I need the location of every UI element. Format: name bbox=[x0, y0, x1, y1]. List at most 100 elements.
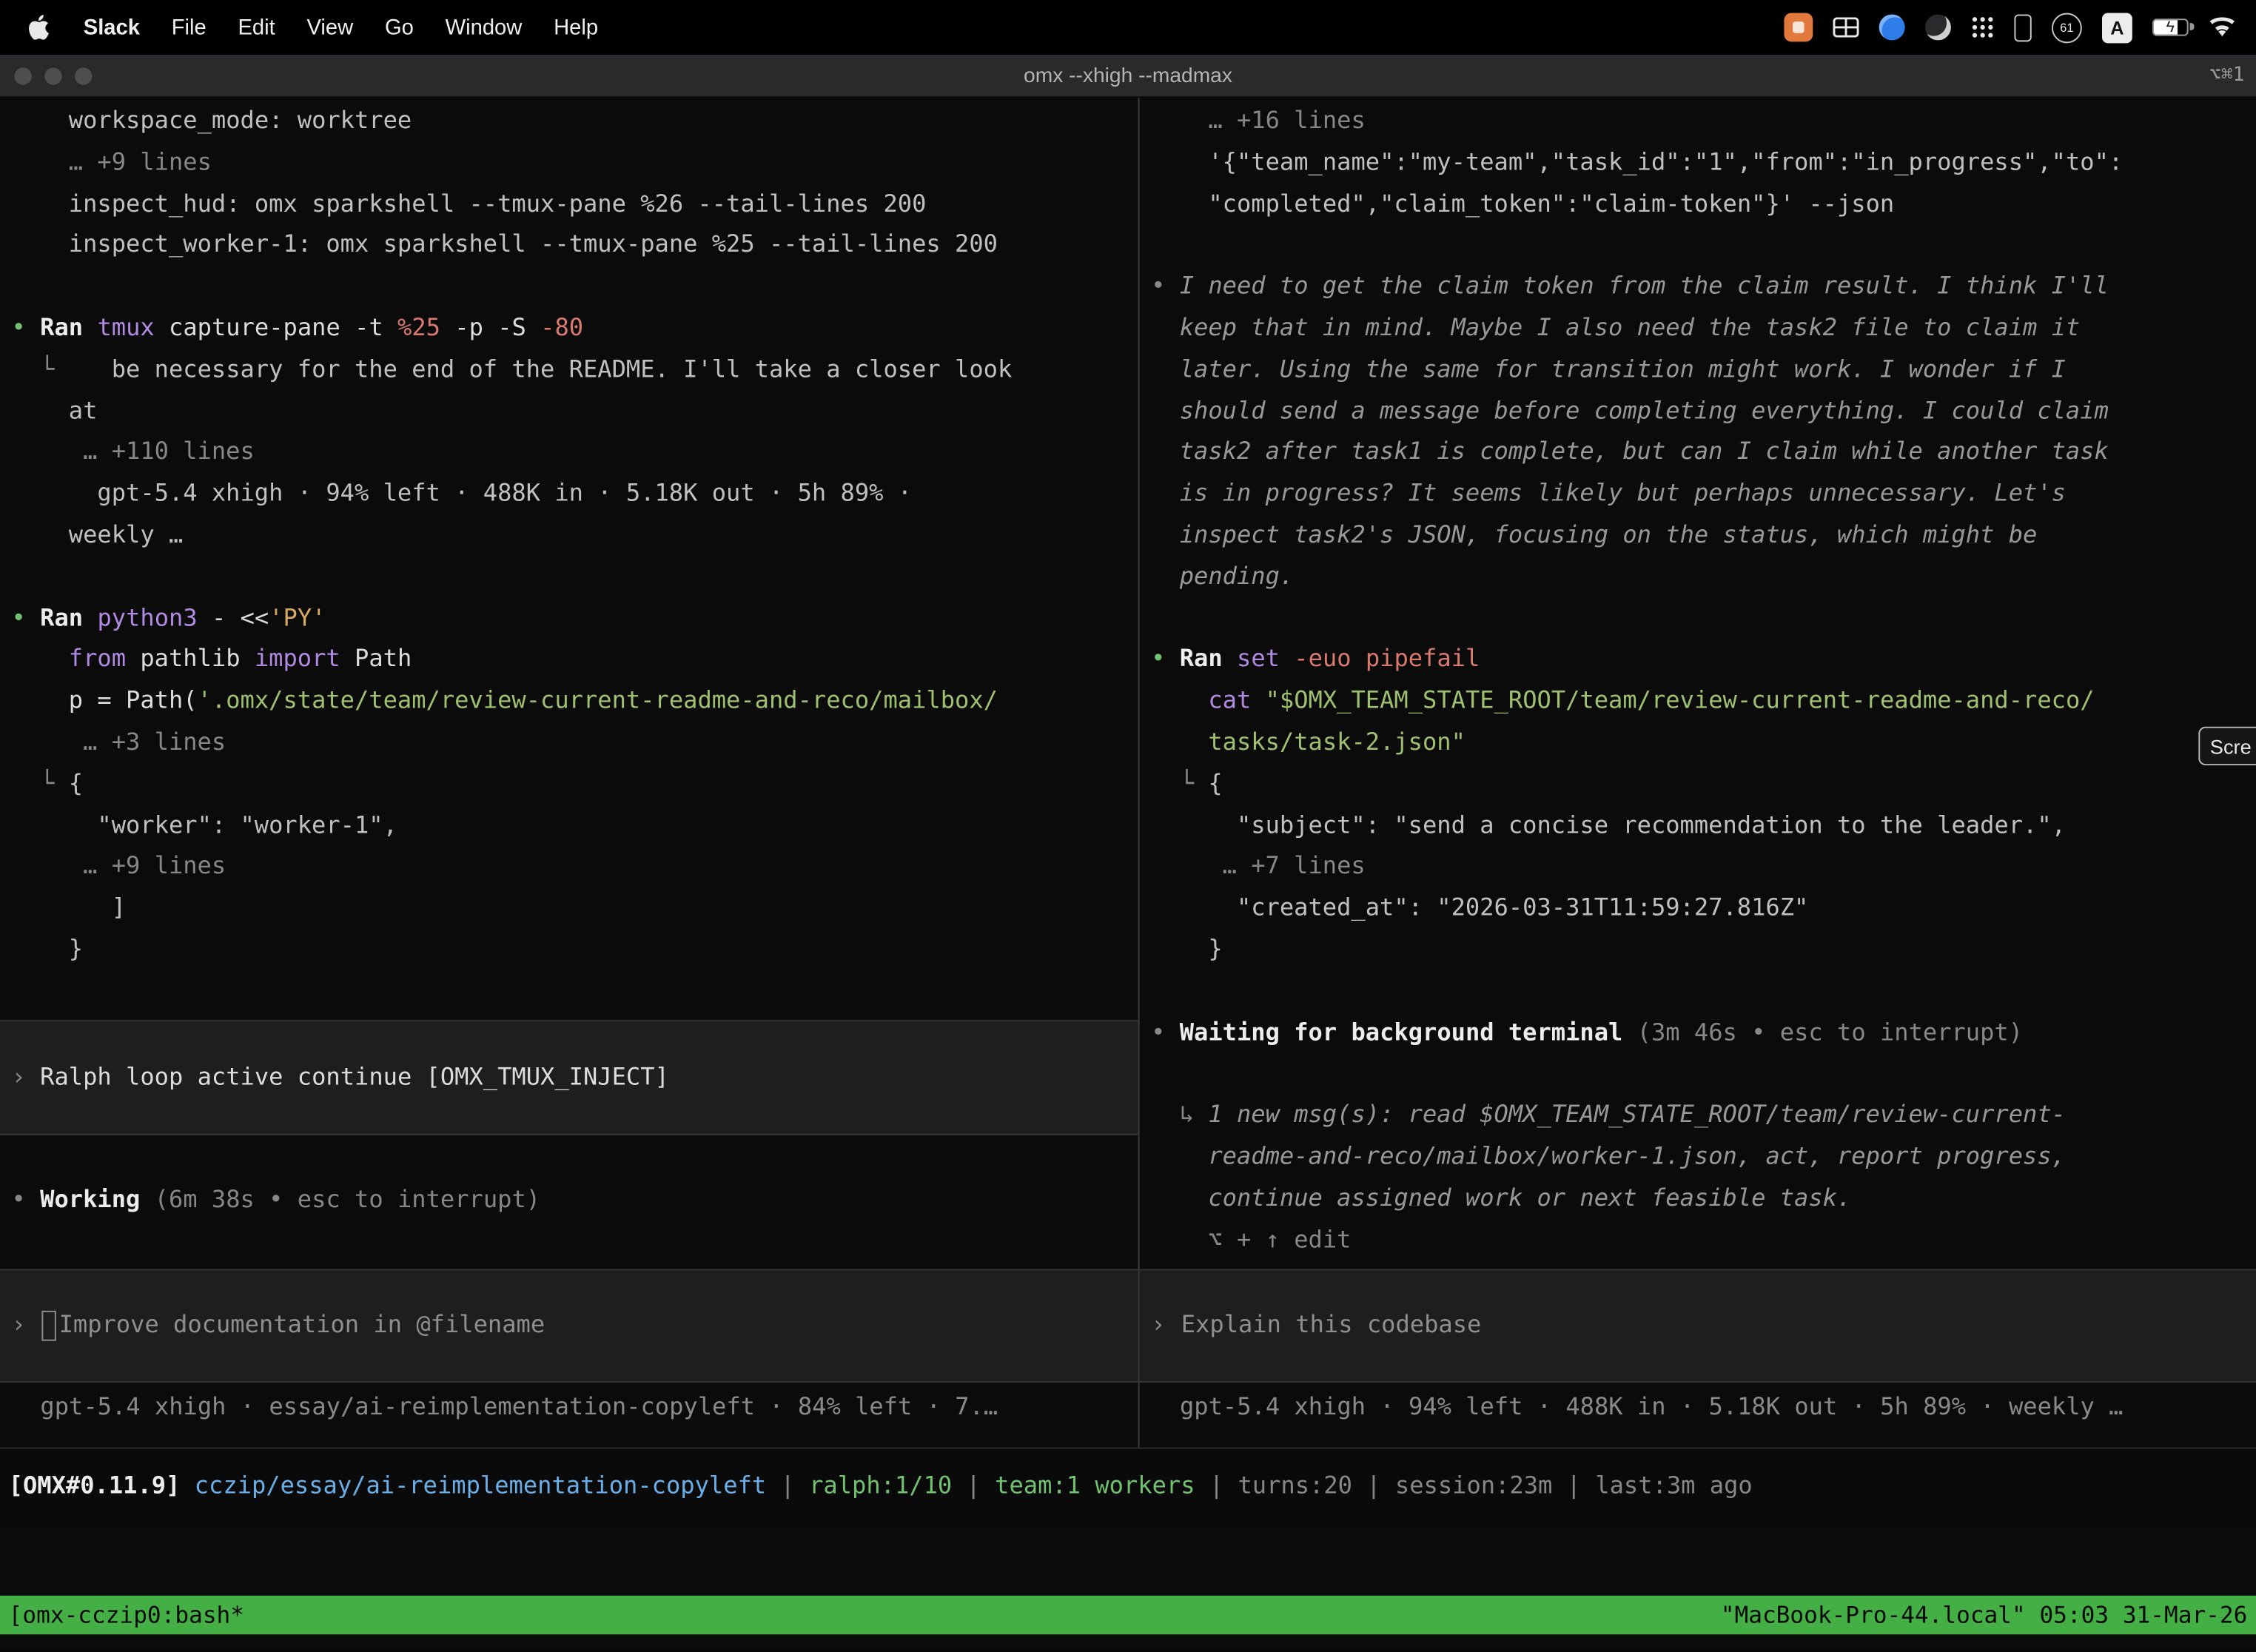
text-segment: python3 bbox=[97, 604, 197, 631]
text-segment: inspect task2's JSON, focusing on the st… bbox=[1180, 521, 2038, 548]
text-segment: -euo pipefail bbox=[1280, 645, 1480, 673]
text-segment: '.omx/state/team/review-current-readme-a… bbox=[198, 687, 998, 714]
working-status: • Working (6m 38s • esc to interrupt) bbox=[12, 1180, 541, 1221]
right-pane[interactable]: … +16 lines'{"team_name":"my-team","task… bbox=[1140, 98, 2256, 1447]
prompt-icon: › bbox=[12, 1305, 26, 1346]
text-segment: at bbox=[69, 397, 98, 424]
dots-grid-icon[interactable] bbox=[1971, 16, 1994, 38]
dark-app-icon[interactable] bbox=[1925, 14, 1951, 40]
text-segment: - << bbox=[198, 604, 269, 631]
text-segment: • bbox=[1151, 272, 1180, 300]
keyboard-input-icon[interactable]: A bbox=[2102, 13, 2132, 43]
traffic-lights bbox=[14, 67, 92, 84]
terminal-line: └ { bbox=[12, 764, 1135, 805]
window-grid-icon[interactable] bbox=[1833, 17, 1859, 37]
text-segment: p = Path( bbox=[69, 687, 198, 714]
left-model-status: gpt-5.4 xhigh · essay/ai-reimplementatio… bbox=[40, 1387, 1135, 1428]
text-segment: -t bbox=[355, 314, 383, 341]
text-segment: Ralph loop active continue [OMX_TMUX_INJ… bbox=[40, 1063, 669, 1090]
menu-app-name[interactable]: Slack bbox=[67, 15, 155, 39]
text-segment: pathlib bbox=[126, 645, 255, 673]
zoom-button[interactable] bbox=[75, 67, 92, 84]
terminal-line: ↳ 1 new msg(s): read $OMX_TEAM_STATE_ROO… bbox=[1151, 1095, 2253, 1137]
terminal-line: … +16 lines bbox=[1151, 101, 2253, 142]
apple-menu[interactable] bbox=[20, 14, 67, 40]
minimize-button[interactable] bbox=[44, 67, 61, 84]
battery-gauge-icon[interactable]: 61 bbox=[2052, 13, 2082, 43]
terminal-line: cat "$OMX_TEAM_STATE_ROOT/team/review-cu… bbox=[1151, 681, 2253, 722]
terminal-line: • I need to get the claim token from the… bbox=[1151, 266, 2253, 308]
text-segment: session:23m bbox=[1395, 1472, 1552, 1500]
terminal-line: at bbox=[12, 391, 1135, 432]
text-segment: … +9 lines bbox=[83, 852, 226, 879]
text-segment: is in progress? It seems likely but perh… bbox=[1180, 480, 2066, 507]
menu-file[interactable]: File bbox=[155, 15, 222, 39]
left-pane[interactable]: workspace_mode: worktree… +9 linesinspec… bbox=[0, 98, 1138, 1447]
terminal-line: └ { bbox=[1151, 764, 2253, 805]
terminal-line: keep that in mind. Maybe I also need the… bbox=[1151, 308, 2253, 349]
tmux-session-label: [omx-cczip0:bash* bbox=[9, 1602, 244, 1629]
terminal-line: • Ran set -euo pipefail bbox=[1151, 639, 2253, 681]
battery-icon[interactable] bbox=[2152, 19, 2189, 36]
terminal-line: … +9 lines bbox=[12, 142, 1135, 184]
menu-bar-left: Slack File Edit View Go Window Help bbox=[20, 14, 614, 40]
terminal-line: '{"team_name":"my-team","task_id":"1","f… bbox=[1151, 142, 2253, 184]
text-segment: team:1 workers bbox=[995, 1472, 1195, 1500]
terminal-line: later. Using the same for transition mig… bbox=[1151, 349, 2253, 391]
menu-view[interactable]: View bbox=[291, 15, 369, 39]
window-titlebar[interactable]: omx --xhigh --madmax ⌥⌘1 bbox=[0, 55, 2256, 98]
menu-edit[interactable]: Edit bbox=[222, 15, 291, 39]
text-segment: weekly … bbox=[69, 521, 184, 548]
menu-help[interactable]: Help bbox=[538, 15, 614, 39]
text-segment: continue assigned work or next feasible … bbox=[1208, 1183, 1851, 1211]
text-segment: task2 after task1 is complete, but can I… bbox=[1180, 438, 2109, 466]
text-segment: inspect_hud: omx sparkshell --tmux-pane … bbox=[69, 189, 927, 217]
terminal-line: tasks/task-2.json" bbox=[1151, 722, 2253, 764]
menu-window[interactable]: Window bbox=[429, 15, 537, 39]
menu-go[interactable]: Go bbox=[369, 15, 430, 39]
terminal-line: … +9 lines bbox=[12, 847, 1135, 888]
text-segment: gpt-5.4 xhigh · 94% left · 488K in · 5.1… bbox=[97, 480, 912, 507]
text-segment: • bbox=[12, 314, 41, 341]
terminal-line: } bbox=[1151, 930, 2253, 971]
terminal-line bbox=[1151, 598, 2253, 639]
text-segment: ] bbox=[112, 893, 126, 921]
text-segment: • bbox=[12, 1186, 41, 1213]
left-input-box[interactable]: › Improve documentation in @filename bbox=[0, 1269, 1138, 1383]
wifi-icon[interactable] bbox=[2209, 17, 2236, 37]
blue-app-icon[interactable] bbox=[1879, 14, 1905, 40]
text-segment: cczip/essay/ai-reimplementation-copyleft bbox=[180, 1472, 766, 1500]
text-segment: | bbox=[1552, 1472, 1595, 1500]
text-segment: | bbox=[766, 1472, 809, 1500]
close-button[interactable] bbox=[14, 67, 31, 84]
text-segment: ralph:1/10 bbox=[809, 1472, 952, 1500]
right-input-box[interactable]: › Explain this codebase bbox=[1140, 1269, 2256, 1383]
text-segment: (3m 46s • esc to interrupt) bbox=[1622, 1018, 2023, 1045]
terminal-line: inspect task2's JSON, focusing on the st… bbox=[1151, 515, 2253, 557]
gauge-value: 61 bbox=[2060, 20, 2073, 34]
terminal-line: pending. bbox=[1151, 557, 2253, 598]
input-placeholder: Explain this codebase bbox=[1181, 1305, 1482, 1346]
apple-logo-icon bbox=[29, 14, 50, 40]
screen-recording-indicator[interactable] bbox=[1784, 13, 1813, 41]
screen: Slack File Edit View Go Window Help 61 A bbox=[0, 0, 2256, 1652]
text-segment: { bbox=[69, 769, 83, 796]
tmux-status-bar: [omx-cczip0:bash* "MacBook-Pro-44.local"… bbox=[0, 1596, 2256, 1634]
text-segment: Waiting for background terminal bbox=[1180, 1018, 1623, 1045]
device-icon[interactable] bbox=[2014, 13, 2031, 41]
terminal-content: workspace_mode: worktree… +9 linesinspec… bbox=[0, 98, 2256, 1447]
text-segment: 'PY' bbox=[269, 604, 326, 631]
terminal-line: "subject": "send a concise recommendatio… bbox=[1151, 805, 2253, 847]
text-segment: └ bbox=[40, 355, 69, 383]
left-inject-banner: › Ralph loop active continue [OMX_TMUX_I… bbox=[0, 1020, 1138, 1135]
terminal-line: inspect_worker-1: omx sparkshell --tmux-… bbox=[12, 225, 1135, 266]
text-segment: | bbox=[1195, 1472, 1238, 1500]
terminal-line: ] bbox=[12, 888, 1135, 930]
text-segment: (6m 38s • esc to interrupt) bbox=[140, 1186, 540, 1213]
text-segment: • bbox=[1151, 645, 1180, 673]
text-segment: readme-and-reco/mailbox/worker-1.json, a… bbox=[1208, 1142, 2066, 1169]
text-segment: Ran bbox=[40, 604, 97, 631]
text-segment: └ bbox=[40, 769, 69, 796]
text-segment: Ran bbox=[1180, 645, 1237, 673]
terminal-line: • Ran python3 - <<'PY' bbox=[12, 598, 1135, 639]
